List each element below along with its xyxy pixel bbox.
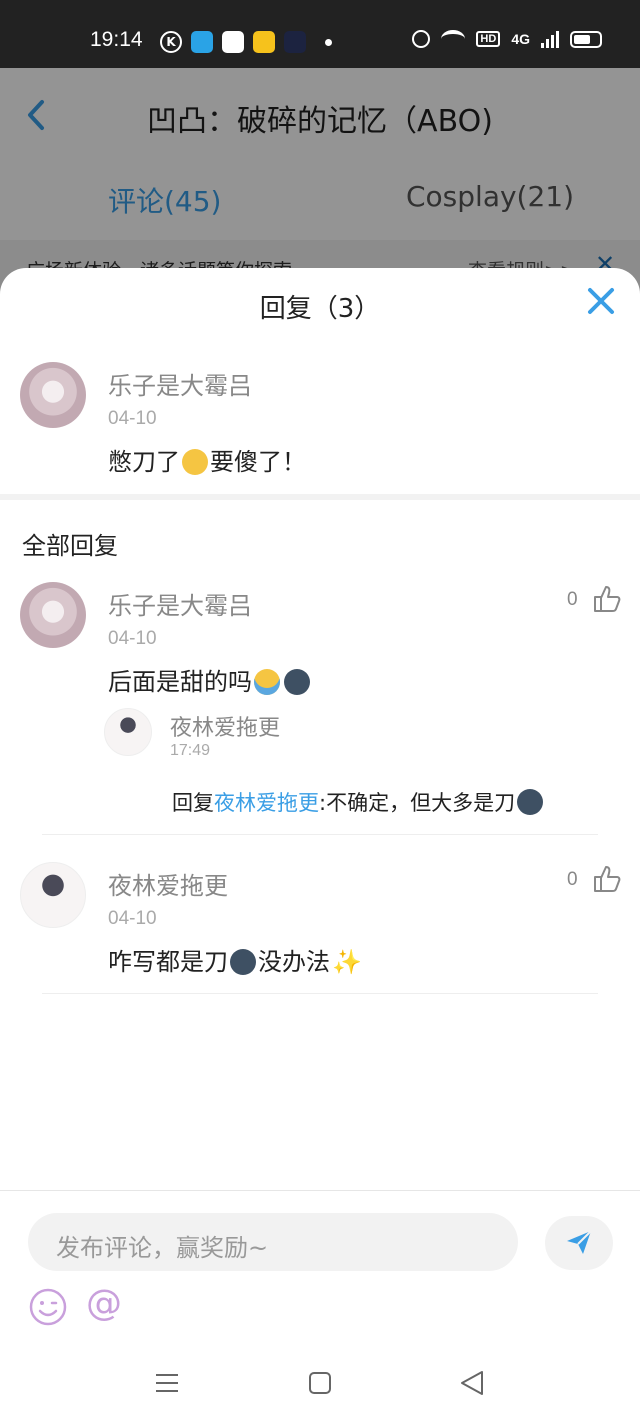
new-moon-face-icon <box>284 669 310 695</box>
overlay-dim[interactable] <box>0 68 640 298</box>
replies-sheet: 回复（3） 乐子是大霉吕 04-10 憋刀了 要傻了！ 全部回复 乐子是大霉吕 0… <box>0 268 640 1344</box>
reply-author[interactable]: 夜林爱拖更 <box>108 866 228 901</box>
reply-prefix: 回复 <box>172 791 214 815</box>
divider <box>42 834 598 835</box>
battery-icon <box>570 30 602 48</box>
avatar[interactable] <box>104 708 152 756</box>
menu-icon[interactable] <box>155 1372 179 1394</box>
reply-text: 后面是甜的吗 <box>108 662 312 697</box>
k-icon: K <box>160 31 182 53</box>
like-count: 0 <box>567 589 578 610</box>
send-button[interactable] <box>545 1216 613 1270</box>
reply-text-part: 咋写都是刀 <box>108 948 228 976</box>
hd-icon: HD <box>476 31 501 47</box>
reply-text: 咋写都是刀 没办法✨ <box>108 942 364 977</box>
emoji-icon[interactable] <box>28 1287 68 1327</box>
comment-text-part: 要傻了！ <box>210 448 306 476</box>
thumbs-up-icon[interactable] <box>592 864 622 894</box>
signal-4g-label: 4G <box>511 31 530 47</box>
sub-reply-author[interactable]: 夜林爱拖更 <box>170 710 280 742</box>
yellow-app-icon <box>253 31 275 53</box>
reply-text-part: 后面是甜的吗 <box>108 668 252 696</box>
telegram-icon <box>191 31 213 53</box>
reply-date: 04-10 <box>108 628 157 649</box>
pin-icon <box>222 31 244 53</box>
sub-reply-time: 17:49 <box>170 742 211 759</box>
original-comment-author[interactable]: 乐子是大霉吕 <box>108 366 252 401</box>
reply-target-link[interactable]: 夜林爱拖更 <box>214 791 319 815</box>
alarm-icon <box>412 30 431 48</box>
original-comment-text: 憋刀了 要傻了！ <box>108 442 306 477</box>
all-replies-heading: 全部回复 <box>22 532 118 560</box>
signal-icon <box>541 30 559 48</box>
close-icon[interactable] <box>586 286 616 316</box>
mention-icon[interactable]: @ <box>86 1283 122 1324</box>
status-bar: 19:14 K HD 4G <box>0 0 640 68</box>
status-time: 19:14 <box>90 28 143 51</box>
home-icon[interactable] <box>309 1372 331 1394</box>
sparkles-icon: ✨ <box>332 948 362 976</box>
back-icon[interactable] <box>460 1370 484 1396</box>
original-comment-date: 04-10 <box>108 408 157 429</box>
system-nav-bar <box>0 1344 640 1422</box>
status-right: HD 4G <box>412 30 602 48</box>
reply-date: 04-10 <box>108 908 157 929</box>
reply-author[interactable]: 乐子是大霉吕 <box>108 586 252 621</box>
dark-app-icon <box>284 31 306 53</box>
dot-icon <box>325 39 332 46</box>
avatar[interactable] <box>20 362 86 428</box>
new-moon-face-icon <box>517 789 544 815</box>
comment-text-part: 憋刀了 <box>108 448 180 476</box>
upside-down-face-icon <box>182 449 208 475</box>
sub-reply-text: 回复夜林爱拖更:不确定，但大多是刀 <box>172 787 545 817</box>
comment-input-placeholder: 发布评论，赢奖励~ <box>56 1234 269 1262</box>
avatar[interactable] <box>20 582 86 648</box>
comment-input-bar: 发布评论，赢奖励~ @ <box>0 1190 640 1344</box>
like-count: 0 <box>567 869 578 890</box>
loudly-crying-face-icon <box>254 669 280 695</box>
reply-body: 不确定，但大多是刀 <box>326 791 516 815</box>
divider <box>42 993 598 994</box>
wifi-icon <box>441 30 466 48</box>
send-icon <box>567 1230 592 1254</box>
sheet-title: 回复（3） <box>259 294 381 324</box>
thumbs-up-icon[interactable] <box>592 584 622 614</box>
section-divider <box>0 494 640 500</box>
avatar[interactable] <box>20 862 86 928</box>
new-moon-face-icon <box>230 949 256 975</box>
comment-input[interactable]: 发布评论，赢奖励~ <box>28 1213 518 1271</box>
reply-text-part: 没办法 <box>258 948 330 976</box>
